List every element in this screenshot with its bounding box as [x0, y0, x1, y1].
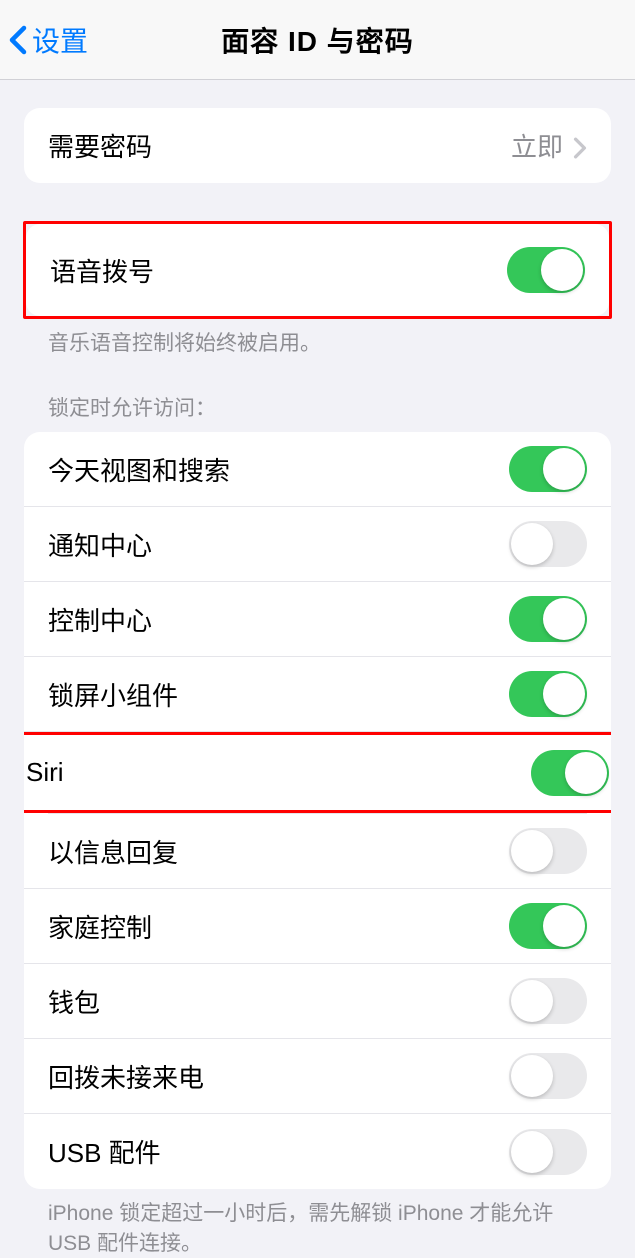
require-passcode-value: 立即 [511, 127, 587, 164]
back-button[interactable]: 设置 [0, 20, 88, 60]
lock-item-toggle[interactable] [509, 828, 587, 874]
lock-section-footer: iPhone 锁定超过一小时后，需先解锁 iPhone 才能允许 USB 配件连… [24, 1189, 611, 1258]
voice-dial-row[interactable]: 语音拨号 [26, 224, 609, 316]
lock-item-toggle[interactable] [509, 1129, 587, 1175]
lock-item-label: USB 配件 [48, 1133, 161, 1170]
passcode-group: 需要密码 立即 [24, 108, 611, 183]
lock-item-label: Siri [26, 757, 64, 788]
lock-item-label: 钱包 [48, 983, 100, 1020]
lock-access-group: 今天视图和搜索通知中心控制中心锁屏小组件 Siri 以信息回复家庭控制钱包回拨未接来… [24, 432, 611, 1189]
lock-item-row[interactable]: 家庭控制 [24, 889, 611, 964]
lock-item-label: 家庭控制 [48, 908, 152, 945]
lock-item-label: 通知中心 [48, 526, 152, 563]
lock-item-toggle[interactable] [509, 521, 587, 567]
lock-item-label: 控制中心 [48, 601, 152, 638]
voice-dial-label: 语音拨号 [50, 252, 154, 289]
lock-item-row[interactable]: 锁屏小组件 [24, 657, 611, 732]
lock-item-row[interactable]: Siri [24, 735, 611, 810]
require-passcode-label: 需要密码 [48, 127, 152, 164]
require-passcode-row[interactable]: 需要密码 立即 [24, 108, 611, 183]
lock-item-toggle[interactable] [509, 978, 587, 1024]
chevron-right-icon [573, 135, 587, 157]
lock-item-toggle[interactable] [509, 1053, 587, 1099]
lock-item-row[interactable]: USB 配件 [24, 1114, 611, 1189]
page-title: 面容 ID 与密码 [221, 20, 414, 60]
lock-item-label: 回拨未接来电 [48, 1058, 204, 1095]
lock-item-row[interactable]: 控制中心 [24, 582, 611, 657]
header-bar: 设置 面容 ID 与密码 [0, 0, 635, 80]
lock-item-row[interactable]: 钱包 [24, 964, 611, 1039]
lock-item-label: 以信息回复 [48, 833, 178, 870]
lock-item-label: 今天视图和搜索 [48, 451, 230, 488]
lock-item-row[interactable]: 以信息回复 [24, 814, 611, 889]
voice-dial-footer: 音乐语音控制将始终被启用。 [24, 319, 611, 358]
highlight-voice-dial: 语音拨号 [23, 221, 612, 319]
lock-item-toggle[interactable] [509, 596, 587, 642]
lock-item-row[interactable]: 通知中心 [24, 507, 611, 582]
lock-item-row[interactable]: 回拨未接来电 [24, 1039, 611, 1114]
lock-item-toggle[interactable] [531, 750, 609, 796]
lock-item-row[interactable]: 今天视图和搜索 [24, 432, 611, 507]
back-label: 设置 [32, 20, 88, 60]
chevron-left-icon [8, 25, 28, 55]
voice-dial-toggle[interactable] [507, 247, 585, 293]
lock-item-toggle[interactable] [509, 446, 587, 492]
lock-item-toggle[interactable] [509, 671, 587, 717]
lock-section-header: 锁定时允许访问： [24, 392, 611, 432]
highlight-siri: Siri [24, 732, 611, 813]
lock-item-toggle[interactable] [509, 903, 587, 949]
lock-item-label: 锁屏小组件 [48, 676, 178, 713]
